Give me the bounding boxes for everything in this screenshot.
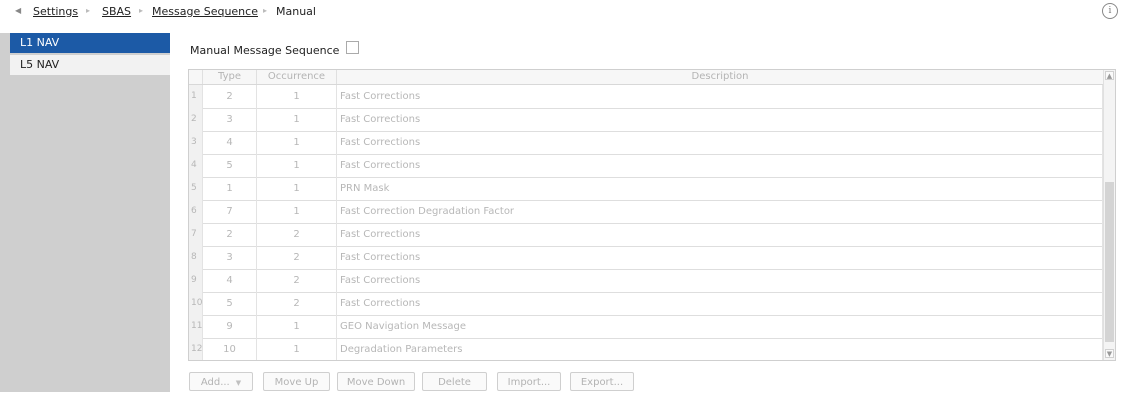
occurrence-cell: 1	[257, 338, 337, 360]
occurrence-cell: 1	[257, 131, 337, 154]
type-cell: 4	[203, 131, 257, 154]
row-number: 4	[189, 154, 203, 177]
move-up-button[interactable]: Move Up	[263, 372, 330, 391]
message-sequence-table: Type Occurrence Description 1 2 1 Fast Corr…	[188, 69, 1116, 361]
description-cell: PRN Mask	[337, 177, 1103, 200]
breadcrumb-separator-icon: ▸	[263, 6, 268, 15]
table-row[interactable]: 12 10 1 Degradation Parameters	[189, 338, 1103, 360]
table-row[interactable]: 7 2 2 Fast Corrections	[189, 223, 1103, 247]
row-number: 9	[189, 269, 203, 292]
header-row-number	[189, 70, 203, 84]
description-cell: Fast Corrections	[337, 85, 1103, 108]
back-arrow-icon[interactable]: ◀	[15, 6, 21, 15]
description-cell: Fast Corrections	[337, 131, 1103, 154]
description-cell: Fast Corrections	[337, 246, 1103, 269]
info-icon[interactable]: i	[1102, 3, 1118, 19]
breadcrumb-separator-icon: ▸	[86, 6, 91, 15]
occurrence-cell: 2	[257, 292, 337, 315]
table-row[interactable]: 4 5 1 Fast Corrections	[189, 154, 1103, 178]
type-cell: 2	[203, 223, 257, 246]
table-row[interactable]: 2 3 1 Fast Corrections	[189, 108, 1103, 132]
type-cell: 5	[203, 292, 257, 315]
row-number: 7	[189, 223, 203, 246]
row-number: 3	[189, 131, 203, 154]
breadcrumb-message-sequence[interactable]: Message Sequence	[152, 5, 258, 18]
table-row[interactable]: 6 7 1 Fast Correction Degradation Factor	[189, 200, 1103, 224]
occurrence-cell: 1	[257, 108, 337, 131]
row-number: 12	[189, 338, 203, 360]
scrollbar-thumb[interactable]	[1105, 182, 1114, 342]
description-cell: Degradation Parameters	[337, 338, 1103, 360]
type-cell: 9	[203, 315, 257, 338]
export-button[interactable]: Export...	[570, 372, 634, 391]
breadcrumb-sbas[interactable]: SBAS	[102, 5, 131, 18]
occurrence-cell: 1	[257, 85, 337, 108]
type-cell: 5	[203, 154, 257, 177]
header-description[interactable]: Description	[337, 70, 1103, 84]
type-cell: 10	[203, 338, 257, 360]
row-number: 8	[189, 246, 203, 269]
description-cell: Fast Correction Degradation Factor	[337, 200, 1103, 223]
vertical-scrollbar[interactable]: ▲ ▼	[1103, 70, 1115, 360]
row-number: 1	[189, 85, 203, 108]
description-cell: Fast Corrections	[337, 108, 1103, 131]
type-cell: 1	[203, 177, 257, 200]
row-number: 2	[189, 108, 203, 131]
sidebar-item-l5-nav[interactable]: L5 NAV	[10, 55, 170, 75]
breadcrumb-separator-icon: ▸	[139, 6, 144, 15]
breadcrumb-manual: Manual	[276, 5, 316, 18]
add-button-label: Add...	[200, 377, 230, 388]
type-cell: 7	[203, 200, 257, 223]
occurrence-cell: 1	[257, 177, 337, 200]
occurrence-cell: 2	[257, 223, 337, 246]
occurrence-cell: 2	[257, 269, 337, 292]
occurrence-cell: 1	[257, 200, 337, 223]
table-row[interactable]: 10 5 2 Fast Corrections	[189, 292, 1103, 316]
manual-message-sequence-checkbox[interactable]	[346, 41, 359, 54]
type-cell: 3	[203, 246, 257, 269]
description-cell: GEO Navigation Message	[337, 315, 1103, 338]
chevron-down-icon: ▼	[235, 379, 242, 387]
move-down-button[interactable]: Move Down	[337, 372, 415, 391]
description-cell: Fast Corrections	[337, 292, 1103, 315]
type-cell: 3	[203, 108, 257, 131]
table-row[interactable]: 9 4 2 Fast Corrections	[189, 269, 1103, 293]
manual-message-sequence-label: Manual Message Sequence	[190, 44, 340, 57]
type-cell: 2	[203, 85, 257, 108]
occurrence-cell: 1	[257, 154, 337, 177]
type-cell: 4	[203, 269, 257, 292]
table-row[interactable]: 8 3 2 Fast Corrections	[189, 246, 1103, 270]
row-number: 11	[189, 315, 203, 338]
header-type[interactable]: Type	[203, 70, 257, 84]
description-cell: Fast Corrections	[337, 154, 1103, 177]
occurrence-cell: 1	[257, 315, 337, 338]
delete-button[interactable]: Delete	[422, 372, 487, 391]
scroll-down-icon[interactable]: ▼	[1105, 349, 1114, 358]
header-occurrence[interactable]: Occurrence	[257, 70, 337, 84]
table-row[interactable]: 1 2 1 Fast Corrections	[189, 85, 1103, 109]
breadcrumb-settings[interactable]: Settings	[33, 5, 78, 18]
table-row[interactable]: 3 4 1 Fast Corrections	[189, 131, 1103, 155]
sidebar-item-l1-nav[interactable]: L1 NAV	[10, 33, 170, 53]
table-header: Type Occurrence Description	[189, 70, 1103, 85]
import-button[interactable]: Import...	[497, 372, 561, 391]
row-number: 6	[189, 200, 203, 223]
scroll-up-icon[interactable]: ▲	[1105, 71, 1114, 80]
add-button[interactable]: Add... ▼	[189, 372, 253, 391]
sidebar: L1 NAV L5 NAV	[0, 33, 170, 392]
row-number: 10	[189, 292, 203, 315]
description-cell: Fast Corrections	[337, 223, 1103, 246]
breadcrumb: ◀ Settings ▸ SBAS ▸ Message Sequence ▸ M…	[0, 0, 1122, 24]
row-number: 5	[189, 177, 203, 200]
occurrence-cell: 2	[257, 246, 337, 269]
table-row[interactable]: 5 1 1 PRN Mask	[189, 177, 1103, 201]
table-row[interactable]: 11 9 1 GEO Navigation Message	[189, 315, 1103, 339]
description-cell: Fast Corrections	[337, 269, 1103, 292]
